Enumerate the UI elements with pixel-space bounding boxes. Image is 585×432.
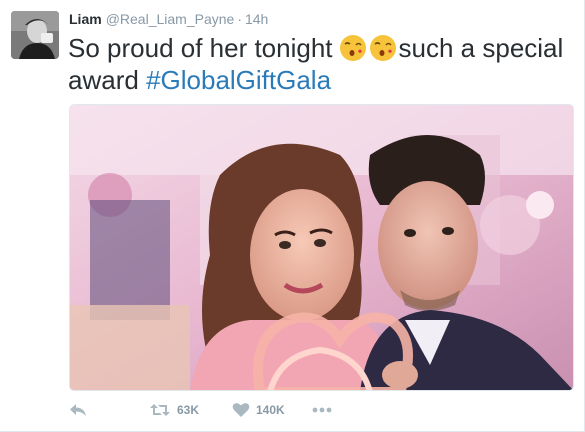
tweet-photo[interactable] xyxy=(69,104,574,391)
heart-icon xyxy=(232,403,250,417)
avatar[interactable] xyxy=(11,11,59,59)
tweet-text: So proud of her tonight such a special a… xyxy=(68,32,568,96)
like-button[interactable]: 140K xyxy=(232,396,285,424)
tweet-actions: 63K 140K xyxy=(69,396,369,424)
tweet-text-part1: So proud of her tonight xyxy=(68,33,333,63)
tweet-header: Liam @Real_Liam_Payne · 14h xyxy=(69,9,268,29)
hashtag-link[interactable]: #GlobalGiftGala xyxy=(146,65,331,95)
avatar-image xyxy=(11,11,59,59)
kiss-emoji-icon xyxy=(339,35,366,61)
retweet-count: 63K xyxy=(177,403,200,417)
retweet-icon xyxy=(150,404,170,416)
separator-dot: · xyxy=(237,11,242,27)
kiss-emoji-icon xyxy=(369,35,396,61)
tweet-card: Liam @Real_Liam_Payne · 14h So proud of her… xyxy=(0,0,585,432)
retweet-button[interactable]: 63K xyxy=(149,396,199,424)
more-button[interactable] xyxy=(312,396,332,424)
reply-icon xyxy=(70,404,86,416)
timestamp[interactable]: 14h xyxy=(245,11,268,27)
photo-image xyxy=(70,105,573,390)
reply-button[interactable] xyxy=(69,396,87,424)
author-name[interactable]: Liam xyxy=(69,11,102,27)
author-handle[interactable]: @Real_Liam_Payne xyxy=(106,11,235,27)
more-icon xyxy=(312,407,332,413)
like-count: 140K xyxy=(256,403,285,417)
